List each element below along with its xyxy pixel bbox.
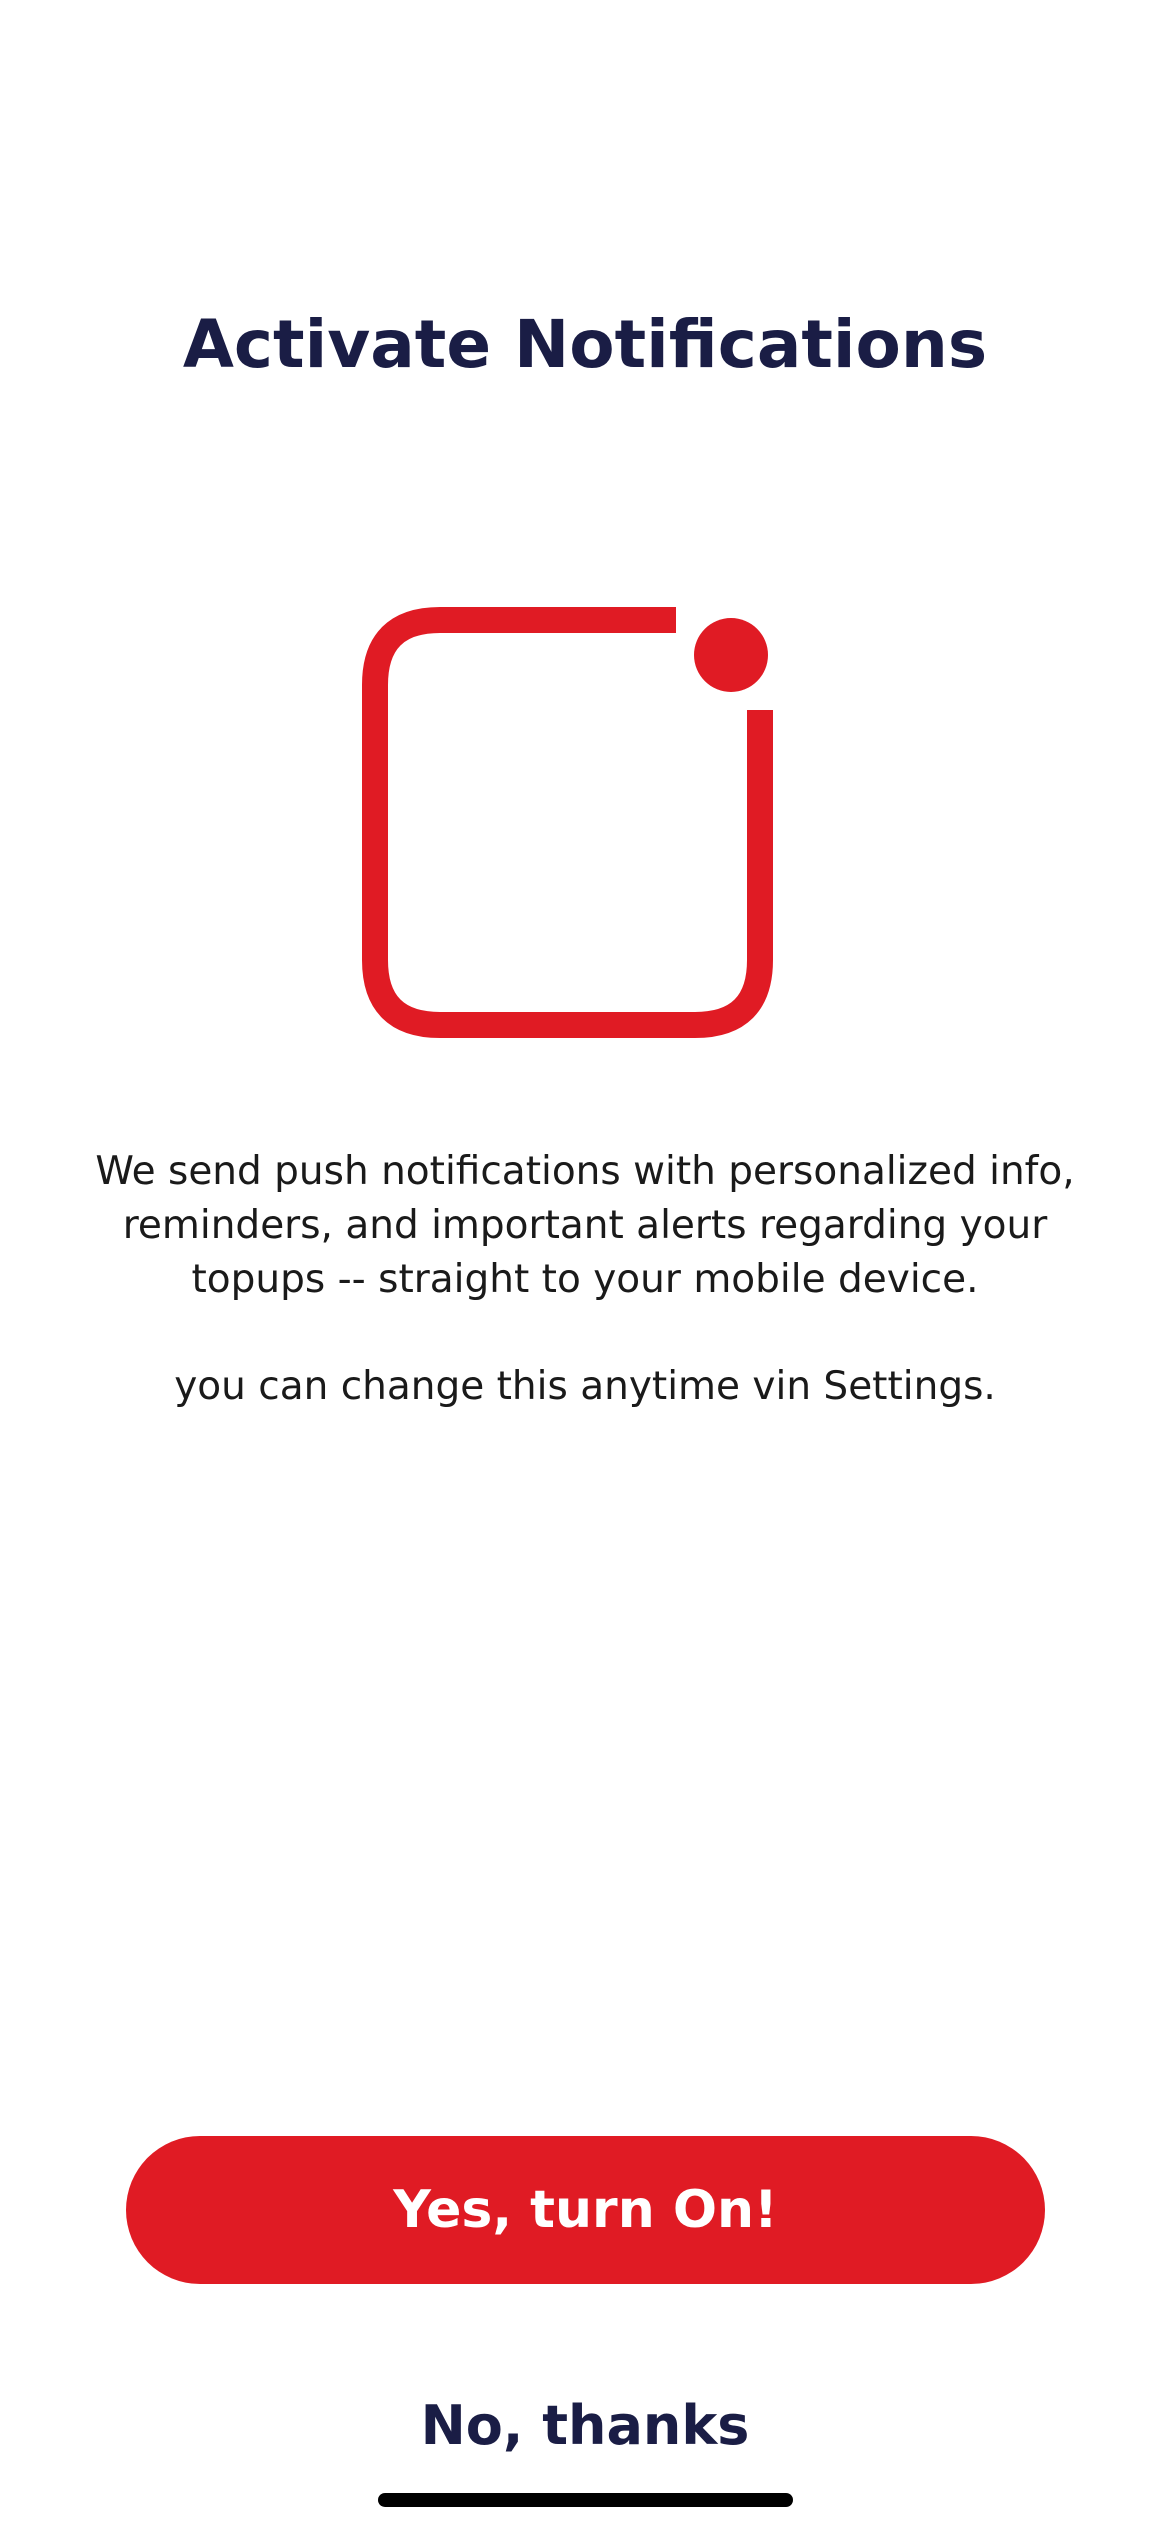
page-title: Activate Notifications <box>182 306 988 383</box>
settings-note-text: you can change this anytime vin Settings… <box>174 1364 996 1409</box>
no-thanks-button[interactable]: No, thanks <box>335 2380 835 2470</box>
description-text: We send push notifications with personal… <box>95 1149 1075 1302</box>
turn-on-notifications-button[interactable]: Yes, turn On! <box>126 2136 1045 2284</box>
notification-badge-icon <box>360 600 810 1050</box>
home-indicator[interactable] <box>378 2493 793 2507</box>
